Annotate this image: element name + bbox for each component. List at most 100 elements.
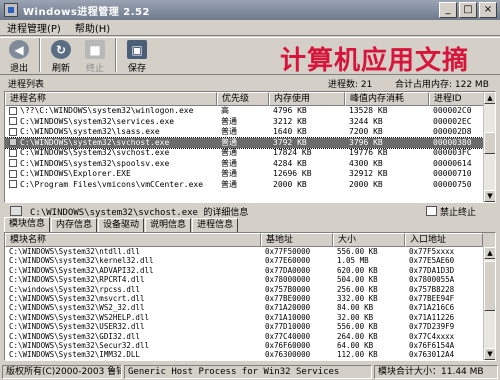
col-peak-memory[interactable]: 峰值内存消耗 [345, 92, 429, 106]
cell-base-address: 0x76F60000 [265, 340, 311, 350]
list-item[interactable]: C:\WINDOWS\System32\ADVAPI32.dll 0x77DA00… [5, 266, 495, 275]
table-row[interactable]: C:\Program Files\vmicons\vmCCenter.exe 普通… [5, 180, 495, 191]
cell-entry-address: 0x71A216C6 [409, 303, 455, 313]
col-entry-address[interactable]: 入口地址 [405, 233, 483, 247]
toolbar-separator [115, 38, 117, 72]
table-row[interactable]: C:\WINDOWS\system32\lsass.exe 普通 1640 KB 72… [5, 127, 495, 138]
refresh-button[interactable]: ↻ 刷新 [44, 38, 78, 74]
window-title: Windows进程管理 2.52 [23, 6, 150, 18]
terminate-button[interactable]: ■ 终止 [78, 38, 112, 74]
menu-process[interactable]: 进程管理(P) [0, 20, 68, 35]
list-item[interactable]: C:\WINDOWS\System32\USER32.dll 0x77D10000… [5, 322, 495, 331]
terminate-icon: ■ [85, 40, 105, 59]
cell-process-name: \??\C:\WINDOWS\system32\winlogon.exe [5, 106, 217, 117]
tab-modules[interactable]: 模块信息 [4, 217, 51, 232]
tab-description[interactable]: 说明信息 [145, 218, 192, 232]
cell-memory: 1640 KB [273, 127, 307, 136]
exit-button[interactable]: ◀ 退出 [2, 38, 36, 74]
cell-priority: 普通 [221, 158, 237, 168]
tab-memory[interactable]: 内存信息 [51, 218, 98, 232]
process-list-label: 进程列表 [8, 79, 45, 90]
list-item[interactable]: C:\WINDOWS\System32\WS2HELP.dll 0x71A1000… [5, 313, 495, 322]
scroll-up-icon[interactable]: ▲ [484, 92, 495, 104]
scroll-thumb[interactable] [484, 132, 495, 154]
list-item[interactable]: C:\WINDOWS\System32\Secur32.dll 0x76F6000… [5, 341, 495, 350]
col-memory[interactable]: 内存使用 [269, 92, 345, 106]
save-button[interactable]: ▣ 保存 [120, 38, 154, 74]
col-process-name[interactable]: 进程名称 [5, 92, 217, 106]
cell-size: 84.00 KB [337, 303, 374, 313]
scroll-thumb[interactable] [484, 261, 495, 311]
col-pid[interactable]: 进程ID [429, 92, 485, 106]
list-item[interactable]: C:\WINDOWS\System32\msvcrt.dll 0x77BE0000… [5, 294, 495, 303]
refresh-label: 刷新 [51, 64, 70, 74]
col-base-address[interactable]: 基地址 [261, 233, 333, 247]
scroll-down-icon[interactable]: ▼ [484, 348, 495, 360]
table-row[interactable]: C:\WINDOWS\System32\svchost.exe 普通 17824 K… [5, 148, 495, 159]
table-row[interactable]: C:\WINDOWS\Explorer.EXE 普通 12696 KB 32912 K… [5, 169, 495, 180]
list-item[interactable]: C:\WINDOWS\System32\IMM32.DLL 0x76300000 1… [5, 350, 495, 359]
table-row[interactable]: C:\WINDOWS\system32\spoolsv.exe 普通 4284 KB… [5, 159, 495, 170]
cell-entry-address: 0x77F5xxxx [409, 247, 455, 256]
list-item[interactable]: C:\WINDOWS\system32\WS2_32.dll 0x71A20000… [5, 303, 495, 312]
detail-bar: C:\WINDOWS\system32\svchost.exe 的详细信息 禁止… [0, 204, 500, 218]
list-item[interactable]: C:\WINDOWS\System32\GDI32.dll 0x77C40000 2… [5, 332, 495, 341]
list-item[interactable]: C:\WINDOWS\system32\kernel32.dll 0x77E600… [5, 256, 495, 265]
cell-module-name: C:\WINDOWS\System32\msvcrt.dll [9, 293, 145, 303]
cell-process-name: C:\WINDOWS\system32\svchost.exe [5, 138, 217, 149]
table-row[interactable]: C:\WINDOWS\system32\svchost.exe 普通 3792 KB… [5, 136, 495, 149]
cell-module-name: C:\windows\System32\rpcss.dll [9, 284, 140, 294]
col-size[interactable]: 大小 [333, 233, 405, 247]
cell-peak-memory: 13528 KB [349, 106, 388, 115]
cell-module-name: C:\WINDOWS\System32\IMM32.DLL [9, 350, 140, 360]
tab-process-info[interactable]: 进程信息 [192, 218, 239, 232]
maximize-button[interactable]: □ [459, 2, 477, 18]
status-bar: 版权所有(C)2000-2003 鲁锋 Generic Host Process… [0, 363, 500, 380]
cell-priority: 高 [221, 106, 229, 115]
col-module-name[interactable]: 模块名称 [5, 233, 261, 247]
close-button[interactable]: × [479, 2, 497, 18]
cell-entry-address: 0x77C4xxxx [409, 331, 455, 341]
cell-priority: 普通 [221, 179, 237, 189]
col-priority[interactable]: 优先级 [217, 92, 269, 106]
toolbar-separator [39, 38, 41, 72]
cell-size: 556.00 KB [337, 322, 378, 332]
table-row[interactable]: C:\WINDOWS\system32\services.exe 普通 3212 K… [5, 117, 495, 128]
cell-priority: 普通 [221, 137, 237, 147]
cell-process-name: C:\WINDOWS\system32\lsass.exe [5, 127, 217, 138]
cell-base-address: 0x77F50000 [265, 247, 311, 256]
cell-base-address: 0x78000000 [265, 275, 311, 285]
process-icon [9, 138, 17, 146]
cell-memory: 4796 KB [273, 106, 307, 115]
minimize-button[interactable]: _ [439, 2, 457, 18]
process-table-header: 进程名称 优先级 内存使用 峰值内存消耗 进程ID [5, 92, 495, 106]
total-memory: 合计占用内存: 122 MB [395, 79, 489, 90]
module-scrollbar[interactable]: ▲ ▼ [483, 247, 495, 360]
list-item[interactable]: C:\WINDOWS\System32\ntdll.dll 0x77F50000 5… [5, 247, 495, 256]
exit-label: 退出 [9, 64, 28, 74]
cell-base-address: 0x76300000 [265, 350, 311, 360]
process-description: Generic Host Process for Win32 Services [124, 364, 372, 379]
cell-pid: 00000750 [433, 179, 472, 189]
app-icon[interactable] [4, 3, 18, 17]
cell-module-name: C:\WINDOWS\System32\USER32.dll [9, 322, 145, 332]
scroll-down-icon[interactable]: ▼ [484, 190, 495, 202]
process-scrollbar[interactable]: ▲ ▼ [483, 92, 495, 202]
menu-help[interactable]: 帮助(H) [68, 20, 117, 35]
module-rows: C:\WINDOWS\System32\ntdll.dll 0x77F50000 5… [5, 247, 495, 360]
process-rows: \??\C:\WINDOWS\system32\winlogon.exe 高 479… [5, 106, 495, 190]
checkbox-icon[interactable] [426, 206, 437, 216]
title-bar[interactable]: Windows进程管理 2.52 _ □ × [0, 0, 500, 20]
list-item[interactable]: C:\WINDOWS\System32\RPCRT4.dll 0x78000000… [5, 275, 495, 284]
cell-base-address: 0x757B0000 [265, 284, 311, 294]
scroll-up-icon[interactable]: ▲ [484, 247, 495, 259]
cell-base-address: 0x77BE0000 [265, 293, 311, 303]
cell-entry-address: 0x76F6154A [409, 340, 455, 350]
cell-module-name: C:\WINDOWS\System32\Secur32.dll [9, 340, 149, 350]
cell-size: 332.00 KB [337, 293, 378, 303]
cell-module-name: C:\WINDOWS\System32\WS2HELP.dll [9, 312, 149, 322]
table-row[interactable]: \??\C:\WINDOWS\system32\winlogon.exe 高 479… [5, 106, 495, 117]
list-item[interactable]: C:\windows\System32\rpcss.dll 0x757B0000 2… [5, 285, 495, 294]
tab-drivers[interactable]: 设备驱动 [98, 218, 145, 232]
no-terminate-label[interactable]: 禁止终止 [440, 205, 476, 218]
